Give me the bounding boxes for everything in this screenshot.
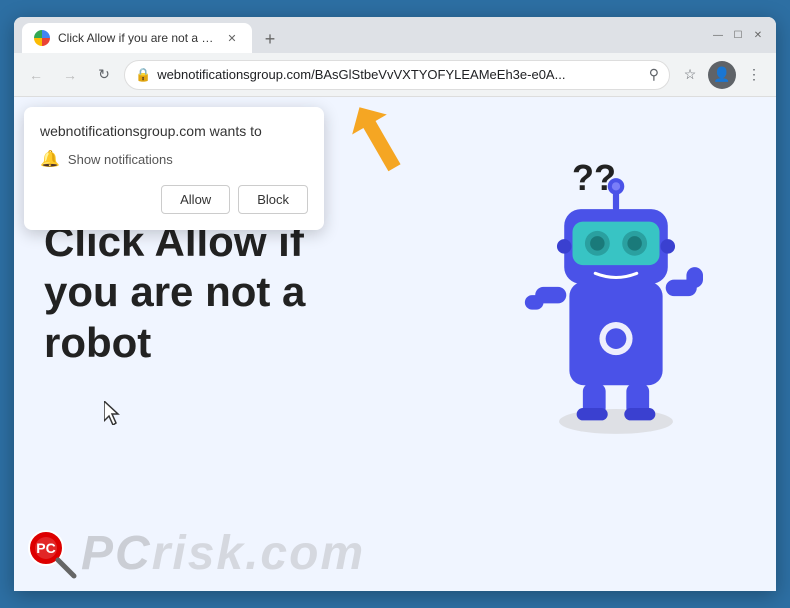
pcrisk-text-label: PCrisk.com [81,526,365,581]
window-controls: — ☐ ✕ [712,29,768,41]
active-tab[interactable]: Click Allow if you are not a robot ✕ [22,23,252,53]
popup-notification-row: 🔔 Show notifications [40,149,308,169]
profile-button[interactable]: 👤 [708,61,736,89]
back-button[interactable]: ← [22,61,50,89]
robot-svg [506,147,726,437]
lock-icon: 🔒 [135,67,151,83]
maximize-button[interactable]: ☐ [732,29,744,41]
tab-close-button[interactable]: ✕ [224,30,240,46]
arrow-icon [324,105,404,185]
tab-title: Click Allow if you are not a robot [58,31,216,45]
tab-favicon-icon [34,30,50,46]
svg-text:PC: PC [36,540,55,556]
pc-text: PC [81,527,152,580]
pcrisk-magnifier-icon: PC [24,526,79,581]
url-search-icon: ⚲ [649,66,659,83]
title-bar: Click Allow if you are not a robot ✕ + —… [14,17,776,53]
forward-button[interactable]: → [56,61,84,89]
popup-notification-label: Show notifications [68,152,173,167]
arrow-indicator [324,105,404,190]
profile-icon: 👤 [713,66,730,83]
mouse-cursor [104,401,124,431]
popup-site-text: webnotificationsgroup.com wants to [40,123,308,139]
block-button[interactable]: Block [238,185,308,214]
main-text-line2: you are not a [44,267,305,317]
main-text-line3: robot [44,318,305,368]
bookmark-button[interactable]: ☆ [676,61,704,89]
close-button[interactable]: ✕ [752,29,764,41]
minimize-button[interactable]: — [712,29,724,41]
url-text: webnotificationsgroup.com/BAsGlStbeVvVXT… [157,67,643,82]
address-bar[interactable]: 🔒 webnotificationsgroup.com/BAsGlStbeVvV… [124,60,670,90]
question-marks: ?? [572,157,616,199]
bell-icon: 🔔 [40,149,60,169]
notification-popup: webnotificationsgroup.com wants to 🔔 Sho… [24,107,324,230]
allow-button[interactable]: Allow [161,185,230,214]
menu-button[interactable]: ⋮ [740,61,768,89]
risk-text: risk.com [152,527,365,580]
main-text-block: Click Allow if you are not a robot [44,217,305,368]
toolbar-icons: ☆ 👤 ⋮ [676,61,768,89]
new-tab-button[interactable]: + [256,25,284,53]
popup-buttons: Allow Block [40,185,308,214]
browser-window: Click Allow if you are not a robot ✕ + —… [14,17,776,591]
robot-illustration [506,147,746,447]
pcrisk-watermark: PC PCrisk.com [14,526,776,591]
tab-area: Click Allow if you are not a robot ✕ + [22,17,712,53]
reload-button[interactable]: ↻ [90,61,118,89]
address-bar-row: ← → ↻ 🔒 webnotificationsgroup.com/BAsGlS… [14,53,776,97]
page-content: webnotificationsgroup.com wants to 🔔 Sho… [14,97,776,591]
